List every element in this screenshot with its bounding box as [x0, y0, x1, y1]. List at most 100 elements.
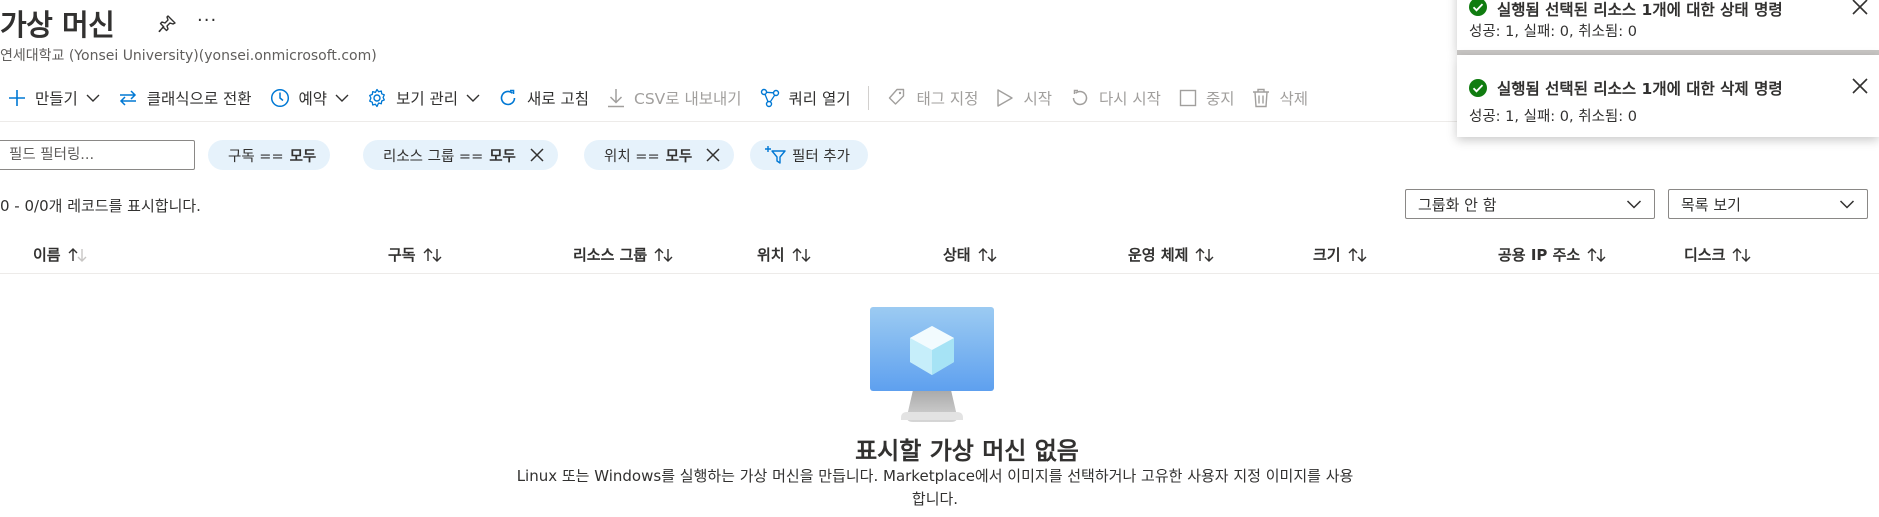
chevron-down-icon	[1626, 200, 1642, 209]
delete-label: 삭제	[1279, 90, 1308, 108]
column-header-label: 위치	[757, 246, 785, 264]
column-header-public-ip[interactable]: 공용 IP 주소	[1498, 244, 1608, 265]
export-csv-button[interactable]: CSV로 내보내기	[599, 82, 752, 114]
stop-icon	[1179, 89, 1197, 107]
column-header-label: 리소스 그룹	[573, 246, 648, 264]
gear-icon	[369, 88, 386, 108]
filter-pill-field: 위치 ==	[604, 148, 660, 165]
more-icon[interactable]: ···	[197, 10, 217, 31]
filter-pill-subscription[interactable]: 구독 == 모두	[208, 140, 331, 170]
filter-pill-resource-group[interactable]: 리소스 그룹 == 모두	[363, 140, 558, 170]
close-icon[interactable]	[1851, 0, 1869, 16]
close-icon[interactable]	[706, 148, 720, 162]
delete-button[interactable]: 삭제	[1244, 82, 1318, 114]
switch-classic-button[interactable]: 클래식으로 전환	[110, 82, 262, 114]
vm-icon	[870, 307, 994, 422]
assign-tags-label: 태그 지정	[916, 90, 979, 108]
column-header-label: 이름	[33, 246, 61, 264]
notification-body: 성공: 1, 실패: 0, 취소됨: 0	[1469, 24, 1637, 40]
restart-icon	[1072, 89, 1088, 106]
empty-state-description: Linux 또는 Windows를 실행하는 가상 머신을 만듭니다. Mark…	[516, 467, 1354, 508]
trash-icon	[1253, 88, 1270, 108]
restart-label: 다시 시작	[1098, 90, 1161, 108]
chevron-down-icon	[466, 94, 480, 102]
sort-icon	[792, 247, 811, 262]
column-header-label: 크기	[1313, 246, 1341, 264]
notification-title: 실행됨 선택된 리소스 1개에 대한 삭제 명령	[1497, 80, 1783, 98]
create-button[interactable]: 만들기	[0, 82, 110, 114]
notification-delete-command[interactable]: 실행됨 선택된 리소스 1개에 대한 삭제 명령 성공: 1, 실패: 0, 취…	[1457, 55, 1879, 137]
chevron-down-icon	[86, 94, 100, 102]
create-label: 만들기	[35, 90, 78, 108]
manage-view-button[interactable]: 보기 관리	[359, 82, 490, 114]
reservations-label: 예약	[298, 90, 328, 108]
column-header-resource-group[interactable]: 리소스 그룹	[573, 244, 675, 265]
download-icon	[608, 89, 624, 108]
add-icon	[9, 90, 25, 106]
filter-pill-value: 모두	[489, 148, 516, 165]
filter-add-icon	[765, 146, 786, 164]
page-title: 가상 머신	[0, 8, 115, 42]
empty-state-title: 표시할 가상 머신 없음	[855, 437, 1079, 465]
success-check-icon	[1469, 0, 1487, 16]
column-header-location[interactable]: 위치	[757, 244, 813, 265]
filter-pill-field: 구독 ==	[228, 148, 284, 165]
reservations-button[interactable]: 예약	[262, 82, 360, 114]
notification-body: 성공: 1, 실패: 0, 취소됨: 0	[1469, 109, 1637, 125]
column-header-subscription[interactable]: 구독	[388, 244, 444, 265]
clock-icon	[270, 88, 289, 108]
sort-icon	[423, 247, 442, 262]
refresh-label: 새로 고침	[527, 90, 589, 108]
sort-icon	[1348, 247, 1367, 262]
sort-icon	[654, 247, 673, 262]
table-header: 이름 구독 리소스 그룹 위치 상태 운영 체제 크기 공용 IP 주소 디스크	[0, 240, 1879, 274]
column-header-size[interactable]: 크기	[1313, 244, 1369, 265]
switch-classic-label: 클래식으로 전환	[146, 90, 252, 108]
page-subtitle: 연세대학교 (Yonsei University)(yonsei.onmicro…	[0, 48, 377, 64]
grouping-value: 그룹화 안 함	[1418, 195, 1497, 214]
close-icon[interactable]	[530, 148, 544, 162]
filter-bar: 구독 == 모두 리소스 그룹 == 모두 위치 == 모두 필터 추가	[0, 140, 1879, 170]
pin-icon[interactable]	[157, 14, 177, 34]
filter-pill-value: 모두	[289, 148, 317, 165]
column-header-label: 디스크	[1684, 246, 1726, 264]
command-bar: 만들기 클래식으로 전환 예약 보기 관리 새로 고침 CSV로 내보내기 쿼리…	[0, 82, 1318, 114]
sort-icon	[1732, 247, 1751, 262]
sort-icon	[1587, 247, 1606, 262]
column-header-status[interactable]: 상태	[943, 244, 999, 265]
restart-button[interactable]: 다시 시작	[1062, 82, 1171, 114]
column-header-label: 상태	[943, 246, 971, 264]
sort-icon	[68, 247, 87, 262]
filter-pill-location[interactable]: 위치 == 모두	[584, 140, 735, 170]
column-header-label: 구독	[388, 246, 416, 264]
chevron-down-icon	[335, 94, 349, 102]
refresh-button[interactable]: 새로 고침	[490, 82, 599, 114]
grouping-dropdown[interactable]: 그룹화 안 함	[1405, 189, 1655, 219]
column-header-disks[interactable]: 디스크	[1684, 244, 1753, 265]
view-mode-dropdown[interactable]: 목록 보기	[1668, 189, 1868, 219]
start-button[interactable]: 시작	[988, 82, 1062, 114]
column-header-label: 운영 체제	[1128, 246, 1189, 264]
query-icon	[760, 88, 779, 108]
toolbar-divider	[868, 86, 870, 110]
close-icon[interactable]	[1851, 77, 1869, 95]
assign-tags-button[interactable]: 태그 지정	[879, 82, 988, 114]
start-label: 시작	[1023, 90, 1052, 108]
notification-status-command[interactable]: 실행됨 선택된 리소스 1개에 대한 상태 명령 성공: 1, 실패: 0, 취…	[1457, 0, 1879, 52]
column-header-os[interactable]: 운영 체제	[1128, 244, 1216, 265]
filter-input[interactable]	[0, 140, 195, 170]
switch-icon	[119, 90, 136, 106]
sort-icon	[1195, 247, 1214, 262]
filter-pill-value: 모두	[665, 148, 693, 165]
column-header-name[interactable]: 이름	[33, 244, 89, 265]
filter-pill-field: 리소스 그룹 ==	[383, 148, 484, 165]
column-header-label: 공용 IP 주소	[1498, 246, 1581, 264]
chevron-down-icon	[1839, 200, 1855, 209]
refresh-icon	[500, 89, 516, 106]
open-query-button[interactable]: 쿼리 열기	[752, 82, 861, 114]
view-mode-value: 목록 보기	[1681, 195, 1741, 214]
stop-label: 중지	[1205, 90, 1235, 108]
stop-button[interactable]: 중지	[1171, 82, 1245, 114]
add-filter-button[interactable]: 필터 추가	[750, 140, 868, 170]
tag-icon	[889, 88, 905, 105]
